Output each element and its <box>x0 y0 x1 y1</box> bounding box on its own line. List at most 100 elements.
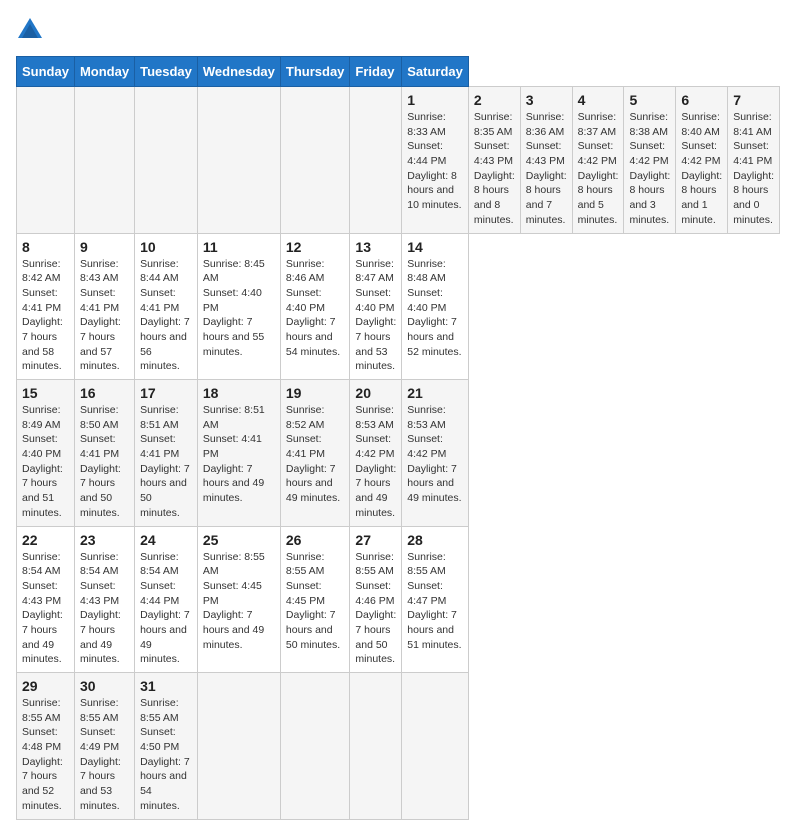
calendar-cell: 13 Sunrise: 8:47 AMSunset: 4:40 PMDayligh… <box>350 233 402 380</box>
day-info: Sunrise: 8:53 AMSunset: 4:42 PMDaylight:… <box>407 403 463 506</box>
day-info: Sunrise: 8:35 AMSunset: 4:43 PMDaylight:… <box>474 110 515 228</box>
calendar-cell: 20 Sunrise: 8:53 AMSunset: 4:42 PMDayligh… <box>350 380 402 527</box>
calendar-cell: 16Sunrise: 8:50 AMSunset: 4:41 PMDayligh… <box>74 380 134 527</box>
header-tuesday: Tuesday <box>135 57 198 87</box>
day-info: Sunrise: 8:55 AMSunset: 4:45 PMDaylight:… <box>286 550 345 653</box>
calendar-cell: 12 Sunrise: 8:46 AMSunset: 4:40 PMDayligh… <box>280 233 350 380</box>
day-number: 19 <box>286 385 345 401</box>
day-number: 28 <box>407 532 463 548</box>
calendar-cell <box>74 87 134 234</box>
logo-icon <box>16 16 44 44</box>
day-info: Sunrise: 8:47 AMSunset: 4:40 PMDaylight:… <box>355 257 396 375</box>
header-friday: Friday <box>350 57 402 87</box>
day-info: Sunrise: 8:38 AMSunset: 4:42 PMDaylight:… <box>629 110 670 228</box>
day-number: 13 <box>355 239 396 255</box>
calendar-week-row: 29Sunrise: 8:55 AMSunset: 4:48 PMDayligh… <box>17 673 780 820</box>
calendar-cell: 1Sunrise: 8:33 AMSunset: 4:44 PMDaylight… <box>402 87 469 234</box>
day-info: Sunrise: 8:55 AMSunset: 4:49 PMDaylight:… <box>80 696 129 814</box>
day-number: 20 <box>355 385 396 401</box>
day-number: 21 <box>407 385 463 401</box>
day-info: Sunrise: 8:40 AMSunset: 4:42 PMDaylight:… <box>681 110 722 228</box>
day-info: Sunrise: 8:54 AMSunset: 4:44 PMDaylight:… <box>140 550 192 668</box>
day-number: 15 <box>22 385 69 401</box>
day-number: 25 <box>203 532 275 548</box>
day-number: 4 <box>578 92 619 108</box>
day-info: Sunrise: 8:41 AMSunset: 4:41 PMDaylight:… <box>733 110 774 228</box>
calendar-cell: 5 Sunrise: 8:38 AMSunset: 4:42 PMDaylight… <box>624 87 676 234</box>
day-number: 22 <box>22 532 69 548</box>
day-number: 14 <box>407 239 463 255</box>
day-info: Sunrise: 8:53 AMSunset: 4:42 PMDaylight:… <box>355 403 396 521</box>
day-number: 3 <box>526 92 567 108</box>
day-info: Sunrise: 8:44 AMSunset: 4:41 PMDaylight:… <box>140 257 192 375</box>
day-info: Sunrise: 8:52 AMSunset: 4:41 PMDaylight:… <box>286 403 345 506</box>
calendar-cell: 15 Sunrise: 8:49 AMSunset: 4:40 PMDayligh… <box>17 380 75 527</box>
calendar-cell: 26 Sunrise: 8:55 AMSunset: 4:45 PMDayligh… <box>280 526 350 673</box>
header-saturday: Saturday <box>402 57 469 87</box>
day-number: 30 <box>80 678 129 694</box>
day-number: 17 <box>140 385 192 401</box>
header-monday: Monday <box>74 57 134 87</box>
day-number: 26 <box>286 532 345 548</box>
day-info: Sunrise: 8:49 AMSunset: 4:40 PMDaylight:… <box>22 403 69 521</box>
calendar-week-row: 15 Sunrise: 8:49 AMSunset: 4:40 PMDayligh… <box>17 380 780 527</box>
calendar-cell: 6 Sunrise: 8:40 AMSunset: 4:42 PMDaylight… <box>676 87 728 234</box>
day-info: Sunrise: 8:46 AMSunset: 4:40 PMDaylight:… <box>286 257 345 360</box>
calendar-cell: 19 Sunrise: 8:52 AMSunset: 4:41 PMDayligh… <box>280 380 350 527</box>
day-info: Sunrise: 8:54 AMSunset: 4:43 PMDaylight:… <box>22 550 69 668</box>
calendar-cell: 23Sunrise: 8:54 AMSunset: 4:43 PMDayligh… <box>74 526 134 673</box>
calendar-cell <box>350 87 402 234</box>
calendar-cell <box>280 673 350 820</box>
day-number: 7 <box>733 92 774 108</box>
calendar-cell: 4 Sunrise: 8:37 AMSunset: 4:42 PMDaylight… <box>572 87 624 234</box>
day-number: 9 <box>80 239 129 255</box>
day-number: 10 <box>140 239 192 255</box>
calendar-week-row: 22 Sunrise: 8:54 AMSunset: 4:43 PMDayligh… <box>17 526 780 673</box>
calendar-cell: 27 Sunrise: 8:55 AMSunset: 4:46 PMDayligh… <box>350 526 402 673</box>
calendar-cell: 17 Sunrise: 8:51 AMSunset: 4:41 PMDayligh… <box>135 380 198 527</box>
day-number: 18 <box>203 385 275 401</box>
calendar-cell <box>402 673 469 820</box>
day-number: 24 <box>140 532 192 548</box>
calendar-cell <box>135 87 198 234</box>
day-info: Sunrise: 8:50 AMSunset: 4:41 PMDaylight:… <box>80 403 129 521</box>
calendar-cell <box>197 87 280 234</box>
calendar-cell: 24 Sunrise: 8:54 AMSunset: 4:44 PMDayligh… <box>135 526 198 673</box>
day-number: 29 <box>22 678 69 694</box>
calendar-cell: 7 Sunrise: 8:41 AMSunset: 4:41 PMDaylight… <box>728 87 780 234</box>
calendar-cell: 22 Sunrise: 8:54 AMSunset: 4:43 PMDayligh… <box>17 526 75 673</box>
day-info: Sunrise: 8:45 AMSunset: 4:40 PMDaylight:… <box>203 257 275 360</box>
day-number: 6 <box>681 92 722 108</box>
calendar-week-row: 8 Sunrise: 8:42 AMSunset: 4:41 PMDaylight… <box>17 233 780 380</box>
day-number: 12 <box>286 239 345 255</box>
day-info: Sunrise: 8:43 AMSunset: 4:41 PMDaylight:… <box>80 257 129 375</box>
day-info: Sunrise: 8:55 AMSunset: 4:45 PMDaylight:… <box>203 550 275 653</box>
day-info: Sunrise: 8:37 AMSunset: 4:42 PMDaylight:… <box>578 110 619 228</box>
calendar-cell: 30 Sunrise: 8:55 AMSunset: 4:49 PMDayligh… <box>74 673 134 820</box>
calendar-cell: 25 Sunrise: 8:55 AMSunset: 4:45 PMDayligh… <box>197 526 280 673</box>
calendar-cell <box>350 673 402 820</box>
day-number: 8 <box>22 239 69 255</box>
calendar-cell <box>197 673 280 820</box>
day-number: 27 <box>355 532 396 548</box>
calendar-cell: 11Sunrise: 8:45 AMSunset: 4:40 PMDayligh… <box>197 233 280 380</box>
day-info: Sunrise: 8:42 AMSunset: 4:41 PMDaylight:… <box>22 257 69 375</box>
calendar-cell <box>280 87 350 234</box>
calendar-cell: 9 Sunrise: 8:43 AMSunset: 4:41 PMDaylight… <box>74 233 134 380</box>
day-number: 5 <box>629 92 670 108</box>
day-info: Sunrise: 8:51 AMSunset: 4:41 PMDaylight:… <box>140 403 192 521</box>
day-info: Sunrise: 8:55 AMSunset: 4:50 PMDaylight:… <box>140 696 192 814</box>
calendar-cell: 14Sunrise: 8:48 AMSunset: 4:40 PMDayligh… <box>402 233 469 380</box>
day-number: 31 <box>140 678 192 694</box>
header-sunday: Sunday <box>17 57 75 87</box>
day-info: Sunrise: 8:55 AMSunset: 4:46 PMDaylight:… <box>355 550 396 668</box>
header-thursday: Thursday <box>280 57 350 87</box>
calendar-cell: 28 Sunrise: 8:55 AMSunset: 4:47 PMDayligh… <box>402 526 469 673</box>
calendar-cell: 31 Sunrise: 8:55 AMSunset: 4:50 PMDayligh… <box>135 673 198 820</box>
calendar-cell: 2Sunrise: 8:35 AMSunset: 4:43 PMDaylight… <box>468 87 520 234</box>
day-number: 23 <box>80 532 129 548</box>
day-info: Sunrise: 8:55 AMSunset: 4:47 PMDaylight:… <box>407 550 463 653</box>
calendar-table: SundayMondayTuesdayWednesdayThursdayFrid… <box>16 56 780 820</box>
header-wednesday: Wednesday <box>197 57 280 87</box>
day-info: Sunrise: 8:33 AMSunset: 4:44 PMDaylight:… <box>407 110 463 213</box>
